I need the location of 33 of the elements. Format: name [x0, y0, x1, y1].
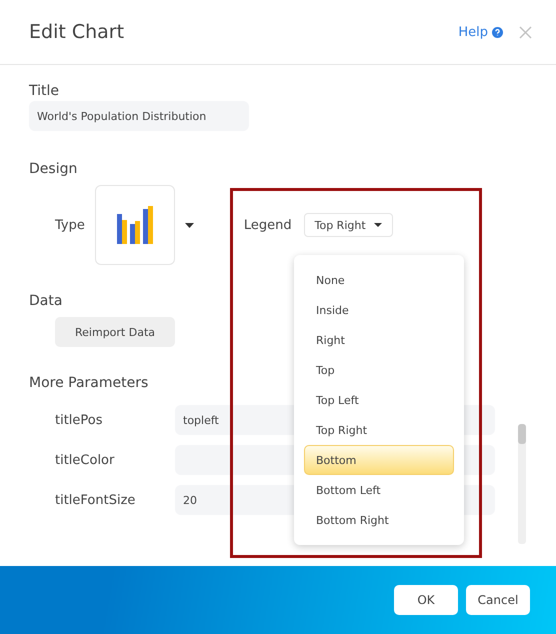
legend-dropdown[interactable]: Top Right	[304, 213, 393, 237]
menu-item[interactable]: Bottom Right	[304, 505, 454, 535]
reimport-button[interactable]: Reimport Data	[55, 317, 175, 347]
ok-button[interactable]: OK	[394, 585, 458, 615]
menu-item[interactable]: Bottom	[304, 445, 454, 475]
bar-chart-icon	[116, 206, 154, 244]
menu-item[interactable]: Inside	[304, 295, 454, 325]
dialog-title: Edit Chart	[29, 21, 126, 43]
menu-item[interactable]: Right	[304, 325, 454, 355]
cancel-button[interactable]: Cancel	[466, 585, 530, 615]
menu-item[interactable]: Bottom Left	[304, 475, 454, 505]
close-icon[interactable]	[519, 26, 532, 38]
title-field[interactable]: World's Population Distribution	[29, 101, 249, 131]
section-heading: More Parameters	[29, 375, 150, 391]
caret-icon	[374, 223, 382, 227]
section-heading: Title	[29, 83, 60, 99]
scrollbar[interactable]	[518, 424, 526, 544]
section-heading: Data	[29, 293, 64, 309]
menu-item[interactable]: Top Right	[304, 415, 454, 445]
menu-item[interactable]: Top Left	[304, 385, 454, 415]
menu-item[interactable]: Top	[304, 355, 454, 385]
help-icon	[492, 26, 503, 38]
menu-item[interactable]: None	[304, 265, 454, 295]
help-link[interactable]: Help	[458, 24, 503, 40]
section-heading: Design	[29, 161, 78, 177]
scrollbar-thumb[interactable]	[518, 424, 526, 444]
caret-icon[interactable]	[184, 222, 194, 228]
parameter-name: titleColor	[55, 452, 116, 468]
type-label: Type	[55, 218, 85, 232]
parameter-name: titleFontSize	[55, 492, 136, 508]
parameter-name: titlePos	[55, 412, 104, 428]
legend-label: Legend	[244, 218, 292, 232]
chart-type-picker[interactable]	[94, 185, 175, 265]
